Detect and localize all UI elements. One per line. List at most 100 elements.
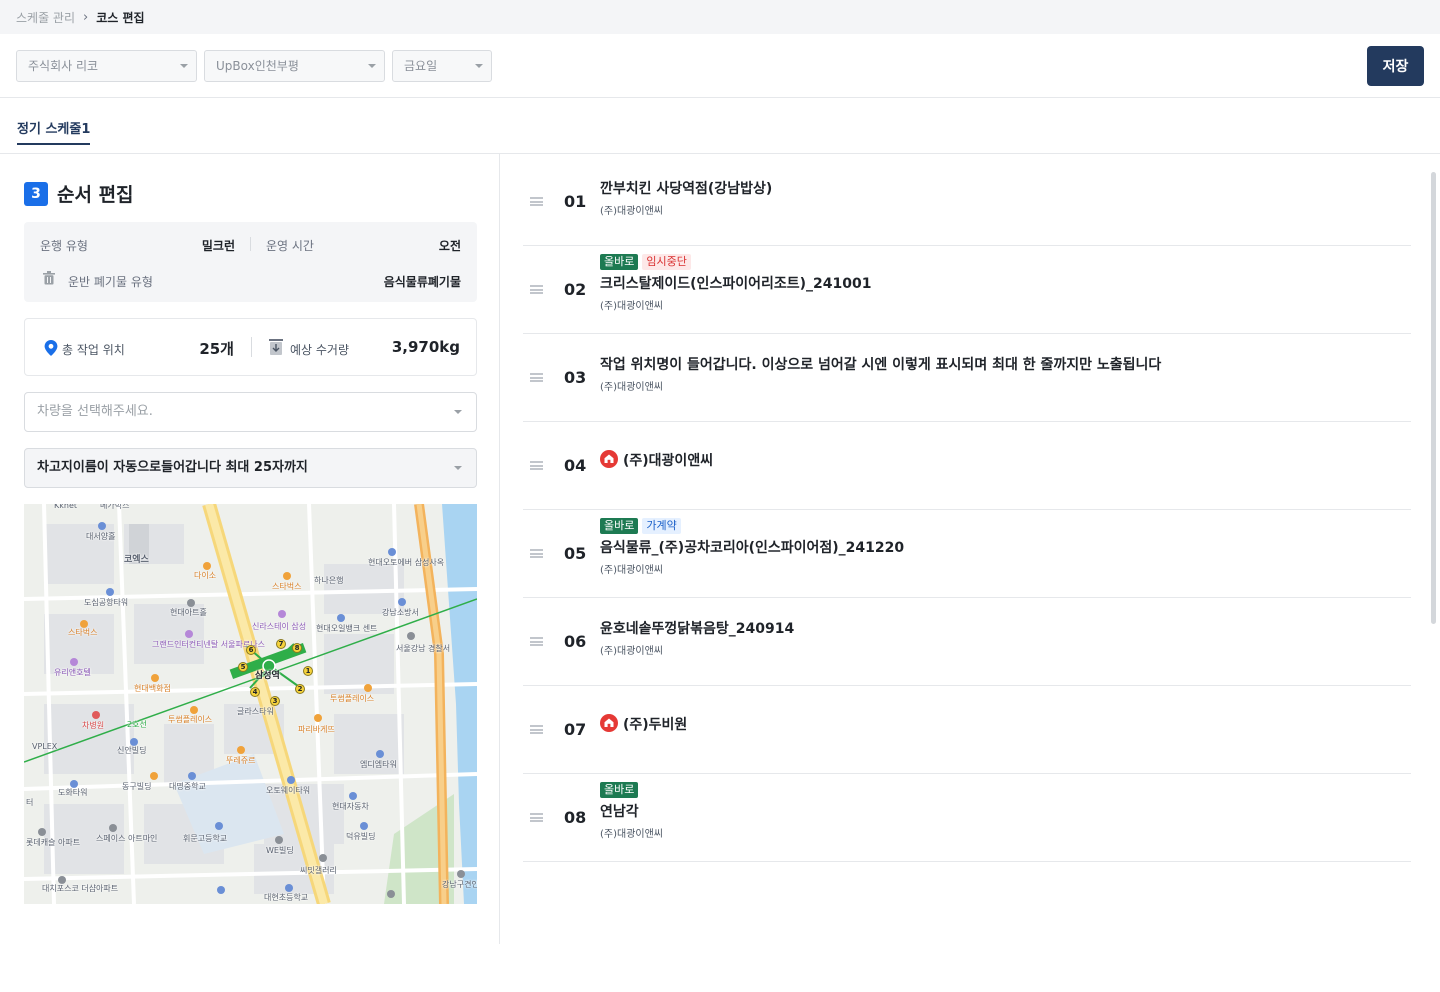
home-icon — [600, 450, 618, 468]
stop-row[interactable]: 03 작업 위치명이 들어갑니다. 이상으로 넘어갈 시엔 이렇게 표시되며 최대… — [523, 334, 1411, 422]
stop-number: 04 — [564, 456, 587, 475]
subway-exit-marker: 1 — [303, 666, 313, 676]
waste-type-value: 음식물류폐기물 — [383, 275, 461, 289]
site-select-value: UpBox인천부평 — [216, 59, 299, 73]
chevron-down-icon — [454, 410, 462, 414]
drag-handle-icon[interactable] — [530, 813, 543, 822]
day-select[interactable]: 금요일 — [392, 50, 492, 82]
route-map[interactable]: Kkhet 메가박스 대서양홀 코엑스 다이소 스타벅스 하나은행 현대오토에버 삼성사옥 도심… — [24, 504, 477, 904]
subway-exit-marker: 2 — [295, 684, 305, 694]
vehicle-select[interactable]: 차량을 선택해주세요. — [24, 392, 477, 432]
home-icon — [600, 714, 618, 732]
map-label: 대서양홀 — [86, 532, 116, 541]
save-button[interactable]: 저장 — [1367, 46, 1424, 86]
route-info-card: 운행 유형 밀크런 운영 시간 오전 운반 폐기물 유형 음식물류폐기물 — [24, 222, 477, 302]
section-title: 3 순서 편집 — [24, 180, 134, 207]
run-type-label: 운행 유형 — [40, 239, 88, 253]
stop-number: 07 — [564, 720, 587, 739]
map-label: 현대오토에버 삼성사옥 — [368, 558, 445, 567]
chevron-down-icon — [454, 466, 462, 470]
status-badge: 올바로 — [600, 782, 639, 798]
section-number: 3 — [24, 181, 48, 206]
map-label: 덕유빌딩 — [346, 832, 376, 841]
run-time-value: 오전 — [438, 239, 461, 253]
map-label: 롯데캐슬 아파트 — [26, 838, 81, 847]
stop-title: (주)대광이앤씨 — [623, 453, 714, 469]
map-label: 현대오일뱅크 센트 — [316, 624, 378, 633]
stop-subtitle: (주)대광이앤씨 — [600, 829, 664, 840]
drag-handle-icon[interactable] — [530, 549, 543, 558]
map-label: 도화타워 — [58, 788, 88, 797]
scrollbar[interactable] — [1431, 172, 1436, 624]
map-label: 휘문고등학교 — [183, 834, 228, 843]
map-label: 현대아트홀 — [170, 608, 207, 617]
map-label: 서울강남 경찰서 — [396, 644, 451, 653]
site-select[interactable]: UpBox인천부평 — [204, 50, 385, 82]
breadcrumb: 스케줄 관리 › 코스 편집 — [0, 0, 1440, 34]
chevron-down-icon — [180, 64, 188, 68]
stop-number: 03 — [564, 368, 587, 387]
map-label: 동구빌딩 — [122, 782, 152, 791]
breadcrumb-parent[interactable]: 스케줄 관리 — [16, 9, 75, 26]
map-label: 메가박스 — [100, 504, 130, 510]
stop-row[interactable]: 07 (주)두비원 — [523, 686, 1411, 774]
map-label: 차병원 — [82, 721, 105, 730]
stop-subtitle: (주)대광이앤씨 — [600, 565, 664, 576]
status-badge: 임시중단 — [642, 254, 691, 270]
map-label: 글라스타워 — [237, 707, 274, 716]
divider — [251, 337, 252, 357]
amount-label: 예상 수거량 — [290, 343, 350, 357]
drag-handle-icon[interactable] — [530, 373, 543, 382]
filter-bar: 주식회사 리코 UpBox인천부평 금요일 저장 — [0, 34, 1440, 98]
subway-exit-marker: 6 — [246, 645, 256, 655]
map-label: 뚜레쥬르 — [226, 756, 256, 765]
subway-exit-marker: 7 — [276, 639, 286, 649]
stop-row[interactable]: 05 올바로 가계약음식물류_(주)공차코리아(인스파이어점)_241220 (주)대… — [523, 510, 1411, 598]
drag-handle-icon[interactable] — [530, 285, 543, 294]
stop-subtitle: (주)대광이앤씨 — [600, 206, 664, 217]
stop-title: 윤호네솥뚜껑닭볶음탕_240914 — [600, 621, 795, 637]
map-label: 투썸플레이스 — [330, 694, 375, 703]
map-label: 대명중학교 — [169, 782, 206, 791]
map-label: 강남구견인 차량보관소 — [442, 880, 477, 889]
drag-handle-icon[interactable] — [530, 637, 543, 646]
tab-regular-schedule-1[interactable]: 정기 스케줄1 — [17, 118, 91, 145]
stop-badges: 올바로 가계약 — [600, 518, 681, 534]
status-badge: 올바로 — [600, 254, 639, 270]
status-badge: 올바로 — [600, 518, 639, 534]
stop-subtitle: (주)대광이앤씨 — [600, 301, 664, 312]
locations-label: 총 작업 위치 — [62, 343, 125, 357]
chevron-down-icon — [368, 64, 376, 68]
drag-handle-icon[interactable] — [530, 725, 543, 734]
map-label: 현대자동차 — [332, 802, 369, 811]
map-label: 유리앤호텔 — [54, 668, 91, 677]
map-label: 코엑스 — [124, 555, 149, 565]
garage-select-value: 차고지이름이 자동으로들어갑니다 최대 25자까지 — [37, 460, 308, 475]
stop-row[interactable]: 02 올바로 임시중단 크리스탈제이드(인스파이어리조트)_241001 (주)대광이앤… — [523, 246, 1411, 334]
stop-row[interactable]: 08 올바로 연남각 (주)대광이앤씨 — [523, 774, 1411, 862]
garage-select[interactable]: 차고지이름이 자동으로들어갑니다 최대 25자까지 — [24, 448, 477, 488]
drag-handle-icon[interactable] — [530, 197, 543, 206]
stop-list-panel: 01 깐부치킨 사당역점(강남밥상) (주)대광이앤씨 02 올바로 임시중단 크리스탈제이… — [500, 154, 1440, 944]
status-badge: 가계약 — [642, 518, 681, 534]
stop-badges: 올바로 임시중단 — [600, 254, 691, 270]
map-label: 신라스테이 삼성 — [252, 622, 307, 631]
map-label: 스타벅스 — [272, 582, 302, 591]
map-label: Kkhet — [54, 504, 78, 510]
map-label: 스타벅스 — [68, 628, 98, 637]
stop-row[interactable]: 06 윤호네솥뚜껑닭볶음탕_240914 (주)대광이앤씨 — [523, 598, 1411, 686]
map-label: 씨밋갤러리 — [300, 866, 337, 875]
stop-row[interactable]: 04 (주)대광이앤씨 — [523, 422, 1411, 510]
stop-number: 05 — [564, 544, 587, 563]
drag-handle-icon[interactable] — [530, 461, 543, 470]
divider — [250, 237, 251, 251]
stop-title: 음식물류_(주)공차코리아(인스파이어점)_241220 — [600, 540, 905, 556]
map-label: 현대백화점 — [134, 684, 171, 693]
run-type-value: 밀크런 — [201, 239, 235, 253]
map-label: 오토웨이타워 — [266, 786, 311, 795]
company-select[interactable]: 주식회사 리코 — [16, 50, 197, 82]
stop-row[interactable]: 01 깐부치킨 사당역점(강남밥상) (주)대광이앤씨 — [523, 158, 1411, 246]
map-label: 강남소방서 — [382, 608, 419, 617]
vehicle-select-placeholder: 차량을 선택해주세요. — [37, 404, 153, 419]
stop-subtitle: (주)대광이앤씨 — [600, 382, 664, 393]
